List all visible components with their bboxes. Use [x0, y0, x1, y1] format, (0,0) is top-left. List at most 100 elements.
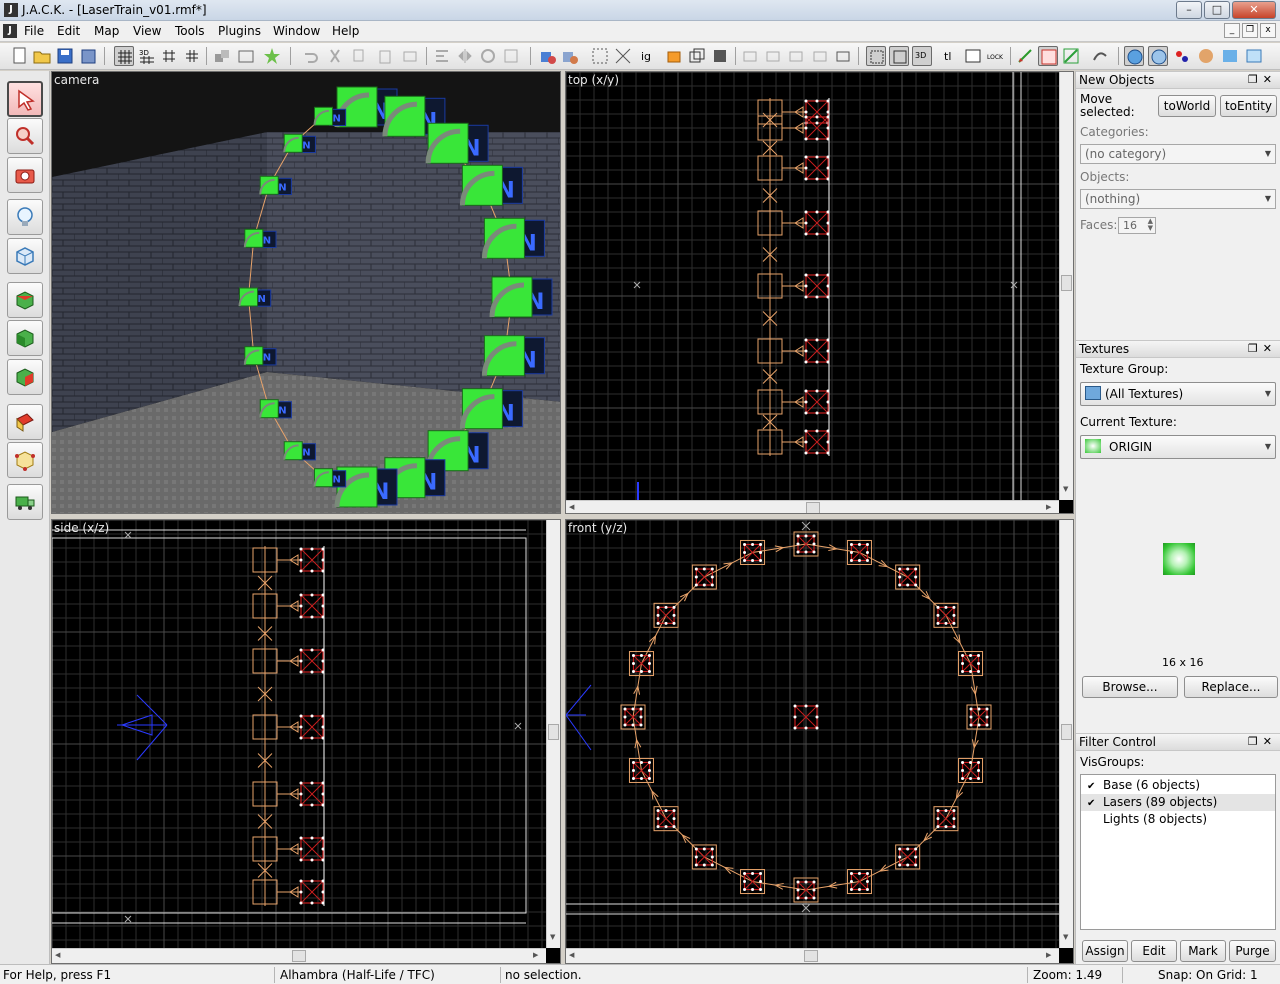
- align-icon[interactable]: [432, 46, 452, 66]
- close-panel-icon[interactable]: ✕: [1263, 735, 1277, 748]
- top-vertical-scrollbar[interactable]: ▼: [1059, 72, 1073, 500]
- front-viewport[interactable]: front (y/z) ▼ ◀ ▶: [565, 519, 1074, 964]
- path-tool-icon[interactable]: [1061, 46, 1081, 66]
- hollow-icon[interactable]: [236, 46, 256, 66]
- group-icon[interactable]: [538, 46, 558, 66]
- to-world-button[interactable]: toWorld: [1158, 95, 1216, 117]
- ungroup-icon[interactable]: [560, 46, 580, 66]
- decal-icon[interactable]: [613, 46, 633, 66]
- sphere-view-icon[interactable]: [1124, 46, 1144, 66]
- face-icon[interactable]: [1196, 46, 1216, 66]
- show-icon[interactable]: [763, 46, 783, 66]
- texture-lock-toggle-icon[interactable]: [963, 46, 983, 66]
- grid-toggle-icon[interactable]: [114, 46, 134, 66]
- to-entity-button[interactable]: toEntity: [1220, 95, 1277, 117]
- view-3d-icon[interactable]: 3D: [912, 46, 932, 66]
- 3d-grid-icon[interactable]: 3D: [137, 46, 157, 66]
- lock-icon[interactable]: LOCK: [986, 46, 1006, 66]
- view-wireframe-icon[interactable]: [889, 46, 909, 66]
- visgroup-item-base[interactable]: ✔ Base (6 objects): [1081, 777, 1275, 794]
- run-map-icon[interactable]: [1090, 46, 1110, 66]
- close-button[interactable]: ✕: [1232, 1, 1276, 19]
- visgroups-list[interactable]: ✔ Base (6 objects) ✔ Lasers (89 objects) L…: [1080, 774, 1276, 930]
- side-viewport[interactable]: side (x/z) ▼ ◀ ▶: [51, 519, 561, 964]
- side-vertical-scrollbar[interactable]: ▼: [546, 520, 560, 948]
- visgroup-item-lasers[interactable]: ✔ Lasers (89 objects): [1081, 794, 1275, 811]
- mdi-restore-button[interactable]: ❐: [1242, 23, 1258, 38]
- magnify-tool-button[interactable]: [7, 118, 43, 154]
- side-horizontal-scrollbar[interactable]: ◀ ▶: [52, 948, 546, 963]
- scale-icon[interactable]: [501, 46, 521, 66]
- rotate-icon[interactable]: [478, 46, 498, 66]
- flip-icon[interactable]: [455, 46, 475, 66]
- float-icon[interactable]: ❐: [1248, 735, 1263, 748]
- ruler-icon[interactable]: [1038, 46, 1058, 66]
- select-box-icon[interactable]: [590, 46, 610, 66]
- assign-button[interactable]: Assign: [1082, 940, 1128, 962]
- menu-file[interactable]: File: [24, 24, 44, 38]
- front-horizontal-scrollbar[interactable]: ◀ ▶: [566, 948, 1059, 963]
- float-icon[interactable]: ❐: [1248, 342, 1263, 355]
- top-viewport[interactable]: top (x/y) ▼ ◀ ▶: [565, 71, 1074, 514]
- ig-icon[interactable]: ig: [638, 46, 658, 66]
- texture-lock-icon[interactable]: [664, 46, 684, 66]
- clip-icon[interactable]: [687, 46, 707, 66]
- entities-icon[interactable]: [1172, 46, 1192, 66]
- camera-tool-button[interactable]: [7, 157, 43, 193]
- carve-icon[interactable]: [212, 46, 232, 66]
- view-2d-icon[interactable]: [866, 46, 886, 66]
- texture-apply-icon[interactable]: tl: [940, 46, 960, 66]
- hide-icon[interactable]: [740, 46, 760, 66]
- copy-icon[interactable]: [350, 46, 370, 66]
- grid-larger-icon[interactable]: [182, 46, 202, 66]
- camera-viewport[interactable]: camera NNNNNNNNNNNNNNNNNNNN: [51, 71, 561, 514]
- browse-button[interactable]: Browse...: [1082, 676, 1178, 698]
- tie-icon[interactable]: [400, 46, 420, 66]
- path-tool-button[interactable]: [7, 484, 43, 520]
- front-vertical-scrollbar[interactable]: ▼: [1059, 520, 1073, 948]
- maximize-button[interactable]: □: [1204, 1, 1230, 19]
- cut-icon[interactable]: [325, 46, 345, 66]
- paste-icon[interactable]: [375, 46, 395, 66]
- faces-stepper[interactable]: 16 ▲ ▼: [1118, 217, 1156, 234]
- clip-tool-button[interactable]: [7, 404, 43, 440]
- float-icon[interactable]: ❐: [1248, 73, 1263, 86]
- menu-edit[interactable]: Edit: [57, 24, 80, 38]
- purge-button[interactable]: Purge: [1229, 940, 1276, 962]
- objects-select[interactable]: (nothing) ▼: [1080, 189, 1276, 209]
- undo-icon[interactable]: [300, 46, 320, 66]
- current-texture-select[interactable]: ORIGIN ▼: [1080, 435, 1276, 459]
- menu-tools[interactable]: Tools: [175, 24, 205, 38]
- mdi-close-button[interactable]: x: [1260, 23, 1276, 38]
- model-icon[interactable]: [1220, 46, 1240, 66]
- grid-smaller-icon[interactable]: [159, 46, 179, 66]
- menu-window[interactable]: Window: [273, 24, 320, 38]
- entity-tool-icon[interactable]: [262, 46, 282, 66]
- edit-button[interactable]: Edit: [1131, 940, 1177, 962]
- menu-view[interactable]: View: [133, 24, 161, 38]
- arrow-tool-icon[interactable]: [1015, 46, 1035, 66]
- menu-plugins[interactable]: Plugins: [218, 24, 261, 38]
- menu-help[interactable]: Help: [332, 24, 359, 38]
- person-icon[interactable]: [1148, 46, 1168, 66]
- save-icon[interactable]: [55, 46, 75, 66]
- mdi-minimize-button[interactable]: _: [1224, 23, 1240, 38]
- texture-group-select[interactable]: (All Textures) ▼: [1080, 382, 1276, 406]
- minimize-button[interactable]: –: [1176, 1, 1202, 19]
- save-all-icon[interactable]: [78, 46, 98, 66]
- cordon-edit-icon[interactable]: [833, 46, 853, 66]
- selection-tool-button[interactable]: [7, 81, 43, 117]
- top-horizontal-scrollbar[interactable]: ◀ ▶: [566, 500, 1059, 513]
- cordon-icon[interactable]: [810, 46, 830, 66]
- open-folder-icon[interactable]: [32, 46, 52, 66]
- document-icon[interactable]: J: [3, 24, 17, 38]
- apply-texture-button[interactable]: [7, 320, 43, 356]
- new-file-icon[interactable]: [10, 46, 30, 66]
- vertex-tool-button[interactable]: [7, 442, 43, 478]
- sky-icon[interactable]: [1244, 46, 1264, 66]
- mark-button[interactable]: Mark: [1180, 940, 1226, 962]
- unhide-icon[interactable]: [786, 46, 806, 66]
- entity-tool-button[interactable]: [7, 199, 43, 235]
- menu-map[interactable]: Map: [94, 24, 119, 38]
- close-panel-icon[interactable]: ✕: [1263, 73, 1277, 86]
